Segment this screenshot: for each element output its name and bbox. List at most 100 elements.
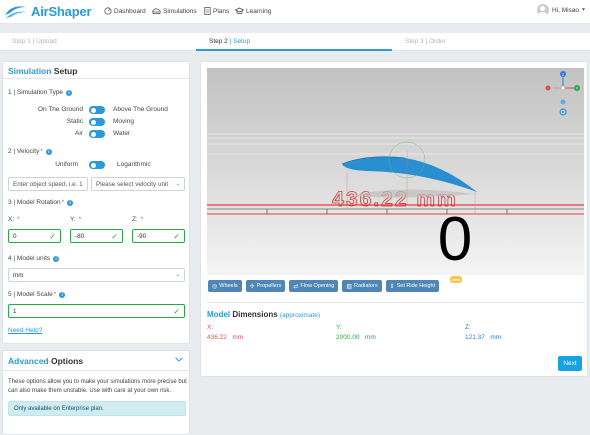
title-rest: Setup [51,66,78,76]
nav-simulations[interactable]: Simulations [152,7,197,15]
rotation-x-value: 0 [13,233,17,240]
toggle-left-label: Uniform [55,161,78,168]
toggle-left-label: Static [66,118,83,125]
simulation-type-label: 1 | Simulation Type i [8,89,73,96]
toggle-left-label: Air [75,130,83,137]
toggle-motion: Static Moving [3,118,191,127]
motion-toggle[interactable] [89,118,105,126]
top-navbar: AirShaper Dashboard Simulations Plans Le… [0,0,590,24]
title-highlight: Advanced [8,356,49,366]
active-step-indicator [196,49,392,51]
toggle-right-label: Above The Ground [113,106,168,113]
model-scale-input[interactable]: 1 ✓ [8,304,185,318]
avatar [536,4,549,16]
rotation-y-input[interactable]: -80 ✓ [70,229,123,243]
dimension-y-value: 2000.00 [336,334,360,341]
learning-icon [235,7,244,15]
nav-learning-label: Learning [246,7,272,15]
nav-plans-label: Plans [213,7,230,15]
plans-icon [204,7,211,15]
simulation-setup-panel: Simulation Setup 1 | Simulation Type i On… [2,61,190,344]
rotation-y-label: Y: * [70,216,81,223]
rotation-x-input[interactable]: 0 ✓ [8,229,61,243]
propellers-button[interactable]: ✢ Propellers [245,280,286,292]
approximate-note: (approximate) [279,312,321,319]
step-number: Step 1 [12,38,31,45]
title-highlight: Simulation [8,66,52,76]
toggle-left-label: On The Ground [37,106,83,113]
velocity-profile-toggle[interactable] [89,161,105,169]
chevron-down-icon: ⌄ [175,272,180,278]
info-icon[interactable]: i [45,148,52,155]
app-name: AirShaper [31,4,92,19]
airshaper-wave-icon [5,6,27,18]
medium-toggle[interactable] [89,130,105,138]
info-icon[interactable]: i [53,255,60,262]
chevron-down-icon [175,357,183,362]
radiators-button[interactable]: ▥ Radiators [342,280,382,292]
title-rest: Options [48,356,84,366]
rotation-z-label: Z: * [132,216,143,223]
set-ride-height-button[interactable]: ⇕ Set Ride Height [385,280,440,292]
section-label-text: 4 | Model units [8,255,51,262]
info-icon[interactable]: i [66,89,73,96]
step-order[interactable]: Step 3 | Order [405,38,446,45]
rotation-z-input[interactable]: -90 ✓ [132,229,185,243]
flow-opening-button[interactable]: ⇄ Flow Opening [289,280,339,292]
step-label: Setup [233,38,251,45]
advanced-options-panel: Advanced Options These options allow you… [2,350,190,435]
ground-toggle[interactable] [89,106,105,114]
wheels-button[interactable]: ◎ Wheels [208,280,242,292]
dimension-x-label: X: [207,324,214,331]
speed-input[interactable]: Enter object speed, i.e. 1 [8,177,88,191]
dimension-z-label: Z: [465,324,471,331]
model-units-select[interactable]: mm ⌄ [8,268,185,282]
radiators-label: Radiators [354,283,378,289]
velocity-label: 2 | Velocity * i [8,148,52,155]
user-greeting: Hi, Misao [551,6,580,14]
step-setup[interactable]: Step 2 | Setup [209,38,250,45]
velocity-unit-placeholder: Please select velocity unit [96,181,169,188]
velocity-unit-select[interactable]: Please select velocity unit ⌄ [91,177,185,191]
user-menu[interactable]: Hi, Misao ▼ [536,4,586,16]
wheel-icon: ◎ [212,283,218,290]
height-arrows-icon: ⇕ [389,283,395,290]
next-button[interactable]: Next [558,356,582,371]
toggle-ground: On The Ground Above The Ground [3,106,191,115]
dimension-x-value: 436.22 [207,334,227,341]
required-mark: * [138,216,144,223]
axis-text: Z: [132,216,138,223]
advanced-description: These options allow you to make your sim… [8,379,187,394]
3d-viewport[interactable]: 436.22 mm 0 Z Y [207,68,584,275]
section-label-text: 5 | Model Scale [8,291,53,298]
model-scale-value: 1 [13,308,17,315]
toggle-right-label: Logarithmic [117,161,151,168]
nav-dashboard[interactable]: Dashboard [104,7,146,15]
nav-learning[interactable]: Learning [235,7,271,15]
info-icon[interactable]: i [59,291,66,298]
required-mark: * [40,148,43,155]
rotation-x-label: X: * [8,216,20,223]
need-help-link[interactable]: Need Help? [8,327,42,334]
step-label: Order [429,38,446,45]
speed-placeholder: Enter object speed, i.e. 1 [13,181,83,188]
units-label: 4 | Model units i [8,255,60,262]
info-icon[interactable]: i [67,199,74,206]
nav-plans[interactable]: Plans [204,7,229,15]
title-highlight: Model [207,310,231,319]
dimension-y: 2000.00 mm [336,334,376,341]
toggle-right-label: Moving [113,118,134,125]
step-upload[interactable]: Step 1 | Upload [12,38,57,45]
airshaper-logo[interactable]: AirShaper [4,3,92,20]
viewer-toolbar: ◎ Wheels ✢ Propellers ⇄ Flow Opening ▥ Radia… [208,280,443,292]
required-mark: * [15,216,20,223]
enterprise-notice: Only available on Enterprise plan. [8,401,186,416]
advanced-options-header[interactable]: Advanced Options [3,351,189,371]
3d-scene: 436.22 mm 0 Z Y [207,68,584,275]
dimension-y-unit: mm [364,334,376,341]
axis-text: Y: [70,216,76,223]
required-mark: * [76,216,82,223]
flow-icon: ⇄ [293,283,299,290]
dimension-z: 121.37 mm [465,334,501,341]
model-dimensions-title: Model Dimensions (approximate) [207,310,320,319]
